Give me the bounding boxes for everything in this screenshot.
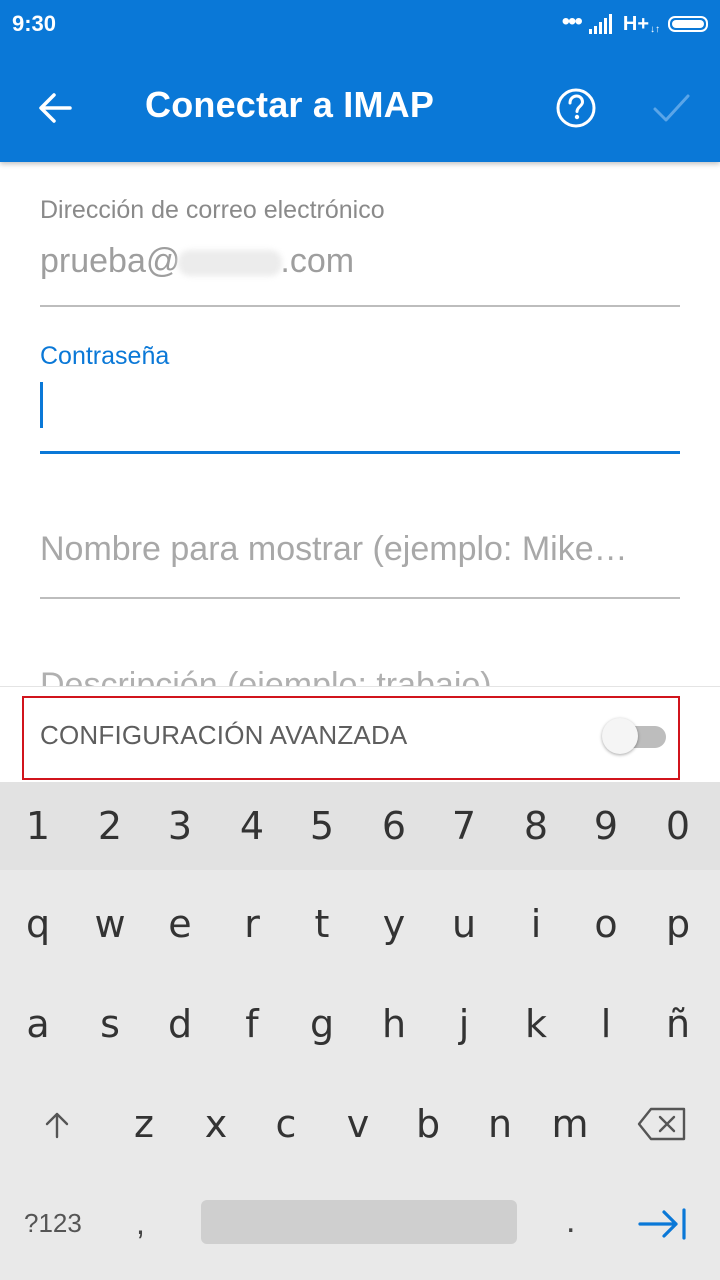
display-name-underline (40, 597, 680, 599)
description-placeholder: Descripción (ejemplo: trabajo) (40, 668, 492, 686)
back-arrow-icon[interactable] (24, 78, 84, 138)
email-suffix: .com (280, 242, 355, 280)
key-d[interactable]: d (148, 1002, 212, 1046)
signal-icon (588, 14, 612, 34)
key-n[interactable]: n (468, 1102, 532, 1146)
key-v[interactable]: v (326, 1102, 390, 1146)
comma-key[interactable]: , (136, 1205, 145, 1242)
display-name-field[interactable]: Nombre para mostrar (ejemplo: Mike… (40, 530, 670, 569)
space-bar[interactable] (201, 1200, 517, 1244)
notification-dots: ••• (561, 8, 583, 35)
key-9[interactable]: 9 (574, 804, 638, 848)
key-s[interactable]: s (78, 1002, 142, 1046)
email-field[interactable]: prueba@ .com (40, 242, 354, 281)
key-6[interactable]: 6 (362, 804, 426, 848)
app-bar: 9:30 ••• H+ ↓↑ Conectar a IMAP (0, 0, 720, 162)
number-row: 1 2 3 4 5 6 7 8 9 0 (0, 782, 720, 870)
email-underline (40, 305, 680, 307)
key-k[interactable]: k (504, 1002, 568, 1046)
key-z[interactable]: z (112, 1102, 176, 1146)
next-arrow-icon[interactable] (636, 1204, 690, 1244)
key-t[interactable]: t (290, 902, 354, 946)
key-q[interactable]: q (6, 902, 70, 946)
period-key[interactable]: . (566, 1202, 575, 1241)
battery-icon (668, 16, 708, 32)
key-w[interactable]: w (78, 902, 142, 946)
password-label: Contraseña (40, 342, 170, 370)
key-7[interactable]: 7 (432, 804, 496, 848)
email-prefix: prueba@ (40, 242, 181, 280)
key-f[interactable]: f (220, 1002, 284, 1046)
key-2[interactable]: 2 (78, 804, 142, 848)
page-title: Conectar a IMAP (145, 84, 435, 125)
key-b[interactable]: b (396, 1102, 460, 1146)
key-x[interactable]: x (184, 1102, 248, 1146)
key-h[interactable]: h (362, 1002, 426, 1046)
key-o[interactable]: o (574, 902, 638, 946)
key-l[interactable]: l (574, 1002, 638, 1046)
key-g[interactable]: g (290, 1002, 354, 1046)
toggle-thumb (602, 718, 638, 754)
password-underline (40, 451, 680, 454)
network-activity-icon: ↓↑ (650, 23, 660, 35)
key-e[interactable]: e (148, 902, 212, 946)
description-field[interactable]: Descripción (ejemplo: trabajo) (40, 668, 580, 686)
key-1[interactable]: 1 (6, 804, 70, 848)
key-n-tilde[interactable]: ñ (646, 1002, 710, 1046)
key-u[interactable]: u (432, 902, 496, 946)
confirm-check-icon[interactable] (650, 86, 694, 130)
redacted-domain (178, 250, 283, 277)
advanced-settings-toggle[interactable] (602, 716, 666, 754)
shift-icon[interactable] (40, 1110, 74, 1140)
password-field-caret[interactable] (40, 382, 43, 428)
key-4[interactable]: 4 (220, 804, 284, 848)
key-a[interactable]: a (6, 1002, 70, 1046)
key-y[interactable]: y (362, 902, 426, 946)
key-p[interactable]: p (646, 902, 710, 946)
key-8[interactable]: 8 (504, 804, 568, 848)
status-time: 9:30 (12, 11, 57, 36)
network-type: H+ (622, 12, 649, 35)
key-r[interactable]: r (220, 902, 284, 946)
status-icons: ••• H+ ↓↑ (562, 10, 708, 38)
help-icon[interactable] (554, 86, 598, 130)
symbols-key[interactable]: ?123 (24, 1208, 82, 1239)
key-j[interactable]: j (432, 1002, 496, 1046)
key-5[interactable]: 5 (290, 804, 354, 848)
key-0[interactable]: 0 (646, 804, 710, 848)
advanced-settings-label: CONFIGURACIÓN AVANZADA (40, 720, 408, 750)
key-i[interactable]: i (504, 902, 568, 946)
key-c[interactable]: c (254, 1102, 318, 1146)
backspace-icon[interactable] (636, 1106, 688, 1142)
email-label: Dirección de correo electrónico (40, 196, 385, 224)
key-3[interactable]: 3 (148, 804, 212, 848)
key-m[interactable]: m (538, 1102, 602, 1146)
